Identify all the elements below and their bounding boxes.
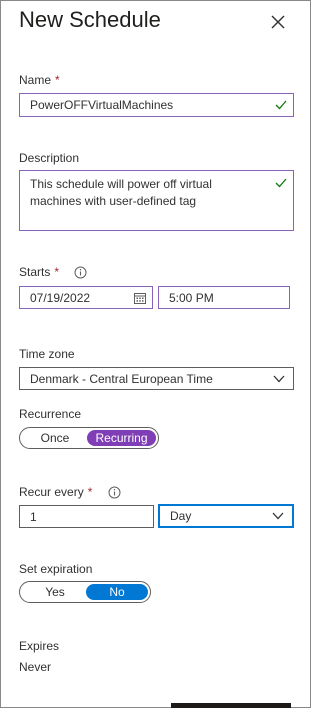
start-date-value: 07/19/2022 <box>30 290 91 305</box>
chevron-down-icon <box>272 512 284 520</box>
recur-unit-value: Day <box>170 509 192 523</box>
description-line-2: machines with user-defined tag <box>30 194 197 208</box>
name-input[interactable]: PowerOFFVirtualMachines <box>19 93 294 117</box>
expires-value: Never <box>19 660 52 674</box>
description-label: Description <box>19 151 80 165</box>
recur-every-input[interactable]: 1 <box>19 505 154 528</box>
recurrence-once-option[interactable]: Once <box>24 430 86 446</box>
expiration-toggle[interactable]: Yes No <box>19 581 151 603</box>
recurrence-recurring-option[interactable]: Recurring <box>87 430 156 446</box>
required-marker: * <box>87 485 93 499</box>
recurrence-toggle[interactable]: Once Recurring <box>19 427 159 449</box>
recur-every-value: 1 <box>30 509 37 524</box>
set-expiration-label: Set expiration <box>19 562 93 576</box>
recur-unit-select[interactable]: Day <box>158 504 294 528</box>
panel-title: New Schedule <box>19 7 161 32</box>
recur-every-label: Recur every * <box>19 485 93 499</box>
name-value: PowerOFFVirtualMachines <box>30 98 174 112</box>
starts-label: Starts * <box>19 265 60 279</box>
expiration-no-option[interactable]: No <box>86 584 148 600</box>
valid-check-icon <box>275 178 287 188</box>
description-textarea[interactable]: This schedule will power off virtual mac… <box>19 170 294 231</box>
info-icon[interactable] <box>74 266 87 279</box>
start-time-value: 5:00 PM <box>169 290 214 305</box>
valid-check-icon <box>275 100 287 110</box>
timezone-select[interactable]: Denmark - Central European Time <box>19 367 294 390</box>
schedule-panel: New Schedule Name * PowerOFFVirtualMachin… <box>0 0 311 708</box>
required-marker: * <box>54 265 60 279</box>
name-label: Name * <box>19 73 60 87</box>
timezone-label: Time zone <box>19 347 75 361</box>
expires-label: Expires <box>19 639 60 653</box>
required-marker: * <box>55 73 60 87</box>
cropped-footer-fragment <box>171 703 291 708</box>
calendar-icon[interactable] <box>134 292 146 304</box>
close-icon[interactable] <box>269 13 287 31</box>
chevron-down-icon <box>273 375 285 382</box>
recurrence-label: Recurrence <box>19 407 82 421</box>
start-time-input[interactable]: 5:00 PM <box>158 286 290 309</box>
start-date-input[interactable]: 07/19/2022 <box>19 286 153 309</box>
expiration-yes-option[interactable]: Yes <box>24 584 86 600</box>
timezone-value: Denmark - Central European Time <box>30 371 213 386</box>
info-icon[interactable] <box>108 486 121 499</box>
description-line-1: This schedule will power off virtual <box>30 177 212 191</box>
